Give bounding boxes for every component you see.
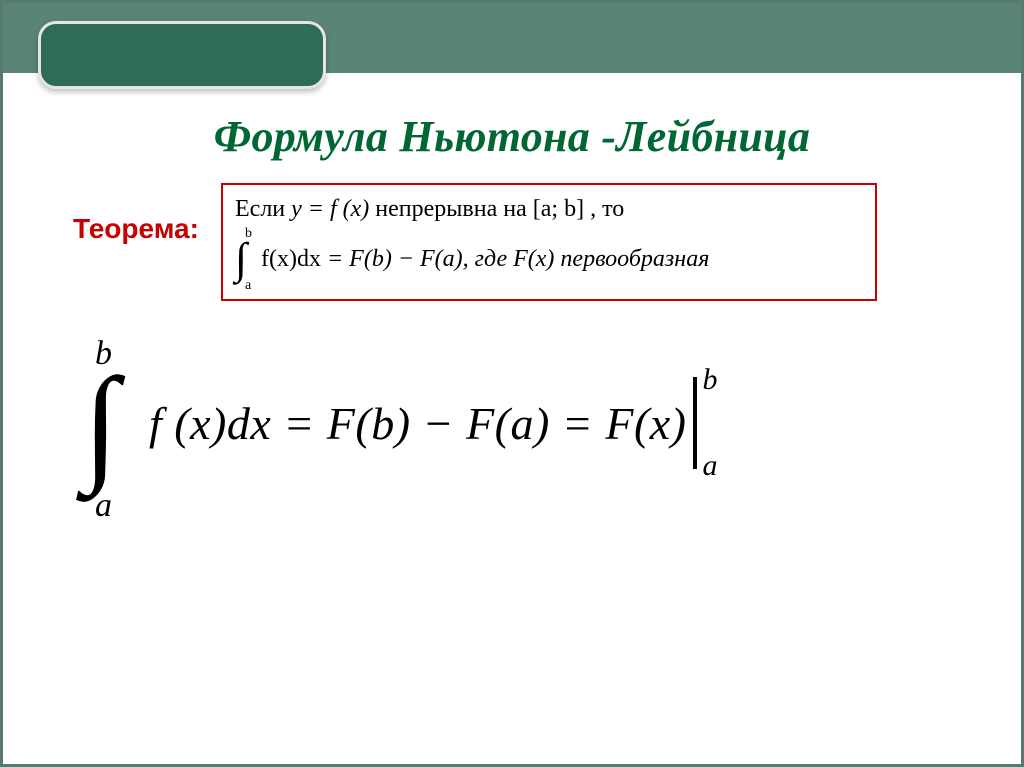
eval-lower: a [703, 449, 718, 483]
int-lower-big: a [95, 487, 112, 525]
evaluation-bar: b a [693, 377, 697, 469]
main-formula: b ∫ a f (x)dx = F(b) − F(a) = F(x) b a [87, 343, 697, 503]
theorem-lhs: f(x)dx [261, 246, 321, 272]
formula-body: f (x)dx = F(b) − F(a) = F(x) [149, 397, 687, 450]
theorem-rhs: = F(b) − F(a), где F(x) первообразная [327, 246, 709, 272]
integral-sign-icon: ∫ [235, 237, 247, 281]
text-if: Если [235, 196, 291, 222]
int-lower-small: a [245, 277, 251, 296]
text-continuous: непрерывна на [375, 196, 532, 222]
integral-sign-icon: ∫ [83, 359, 119, 489]
slide: Формула Ньютона -Лейбница Теорема: Если … [0, 0, 1024, 767]
theorem-eq: f(x)dx = F(b) − F(a), где F(x) первообра… [261, 243, 709, 275]
theorem-box: Если y = f (x) непрерывна на [a; b] , то… [221, 183, 877, 301]
text-interval: [a; b] [533, 196, 584, 222]
theorem-line-1: Если y = f (x) непрерывна на [a; b] , то [235, 193, 863, 225]
integral-big: b ∫ a [87, 343, 147, 503]
eval-upper: b [703, 363, 718, 397]
text-then: , то [590, 196, 624, 222]
integral-small: b ∫ a [235, 229, 257, 289]
vertical-bar-icon [693, 377, 697, 469]
theorem-label: Теорема: [73, 213, 199, 245]
theorem-line-2: b ∫ a f(x)dx = F(b) − F(a), где F(x) пер… [235, 229, 863, 289]
slide-title: Формула Ньютона -Лейбница [3, 111, 1021, 162]
decorative-tab [38, 21, 326, 89]
text-yfx: y = f (x) [291, 196, 369, 222]
